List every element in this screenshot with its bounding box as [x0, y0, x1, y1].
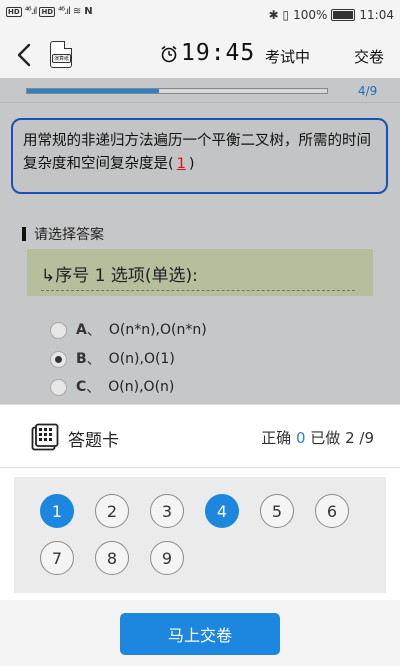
progress-text: 4/9: [358, 84, 378, 98]
question-number-2[interactable]: 2: [95, 494, 129, 528]
status-bar: HD ⁴⁶.ıl HD ⁴⁶.ıl ≋ N ✱ ▯ 100% 11:04: [0, 0, 400, 32]
alarm-clock-icon: [161, 45, 177, 63]
heading-bar: [22, 227, 26, 241]
question-text: 用常规的非递归方法遍历一个平衡二叉树，所需的时间复杂度和空间复杂度是(: [23, 133, 371, 172]
bottom-bar: 马上交卷: [0, 600, 400, 666]
option-sep: 、: [86, 380, 101, 396]
back-arrow-icon: [17, 43, 31, 67]
hd-badge-2: HD: [39, 6, 56, 17]
done-count: 2 /9: [345, 429, 374, 447]
question-number-8[interactable]: 8: [95, 541, 129, 575]
question-number-4[interactable]: 4: [205, 494, 239, 528]
scratch-paper-label: 演算纸: [52, 54, 72, 63]
question-number-9[interactable]: 9: [150, 541, 184, 575]
question-grid-area: 1 2 3 4 5 6 7 8 9: [0, 468, 400, 600]
progress-fill: [27, 89, 159, 93]
progress-bar: [26, 88, 328, 94]
status-right: ✱ ▯ 100% 11:04: [269, 8, 394, 22]
dashed-divider: [41, 290, 355, 291]
question-number-3[interactable]: 3: [150, 494, 184, 528]
option-text: O(n),O(n): [108, 379, 175, 395]
option-sep: 、: [86, 352, 101, 368]
option-b[interactable]: B 、 O(n),O(1): [50, 349, 175, 369]
bluetooth-vibrate-icon: ✱ ▯: [268, 8, 290, 22]
option-letter: A: [76, 322, 87, 338]
back-button[interactable]: [12, 40, 38, 70]
answer-card-icon: [31, 423, 59, 451]
question-number-7[interactable]: 7: [40, 541, 74, 575]
correct-count: 0: [295, 429, 306, 447]
question-number-1[interactable]: 1: [40, 494, 74, 528]
option-letter: B: [76, 351, 87, 367]
radio-b[interactable]: [50, 350, 67, 368]
answer-stats: 正确 0 已做 2 /9: [261, 427, 374, 448]
wifi-icon: ≋: [72, 6, 82, 17]
submit-now-button[interactable]: 马上交卷: [120, 613, 280, 655]
divider: [0, 102, 400, 103]
answer-card-bar: 答题卡 正确 0 已做 2 /9: [0, 404, 400, 468]
question-blank: 1: [176, 156, 186, 172]
correct-label: 正确: [261, 429, 292, 447]
header: 演算纸 19:45 考试中 交卷: [0, 32, 400, 78]
submit-exam-link[interactable]: 交卷: [354, 46, 384, 67]
question-area: 4/9 用常规的非递归方法遍历一个平衡二叉树，所需的时间复杂度和空间复杂度是(1…: [0, 78, 400, 404]
radio-c[interactable]: [50, 378, 67, 396]
done-label: 已做: [310, 429, 341, 447]
signal-icon: ⁴⁶.ıl: [24, 6, 38, 17]
scratch-paper-icon[interactable]: 演算纸: [50, 41, 72, 68]
question-number-6[interactable]: 6: [315, 494, 349, 528]
battery-percent: 100%: [293, 8, 328, 22]
option-c[interactable]: C 、 O(n),O(n): [50, 377, 174, 397]
answer-type-label: ↳序号 1 选项(单选):: [41, 266, 198, 286]
question-suffix: ): [188, 156, 195, 172]
hd-badge: HD: [6, 6, 22, 17]
option-text: O(n*n),O(n*n): [108, 322, 207, 338]
nfc-icon: N: [84, 6, 93, 17]
answer-type-box: ↳序号 1 选项(单选):: [27, 249, 373, 296]
radio-a[interactable]: [50, 321, 67, 339]
status-left: HD ⁴⁶.ıl HD ⁴⁶.ıl ≋ N: [6, 6, 93, 17]
clock: 11:04: [359, 8, 394, 22]
option-text: O(n),O(1): [108, 351, 175, 367]
battery-icon: [331, 9, 356, 21]
choose-answer-heading: 请选择答案: [22, 224, 104, 244]
option-letter: C: [76, 379, 87, 395]
countdown-timer: 19:45: [181, 40, 256, 66]
question-box: 用常规的非递归方法遍历一个平衡二叉树，所需的时间复杂度和空间复杂度是(1): [11, 118, 388, 194]
choose-answer-label: 请选择答案: [34, 227, 104, 243]
exam-status: 考试中: [265, 48, 311, 66]
signal-icon-2: ⁴⁶.ıl: [58, 6, 71, 17]
option-sep: 、: [86, 323, 101, 339]
question-grid: 1 2 3 4 5 6 7 8 9: [14, 477, 386, 593]
question-number-5[interactable]: 5: [260, 494, 294, 528]
answer-card-label: 答题卡: [68, 431, 119, 451]
option-a[interactable]: A 、 O(n*n),O(n*n): [50, 320, 207, 340]
